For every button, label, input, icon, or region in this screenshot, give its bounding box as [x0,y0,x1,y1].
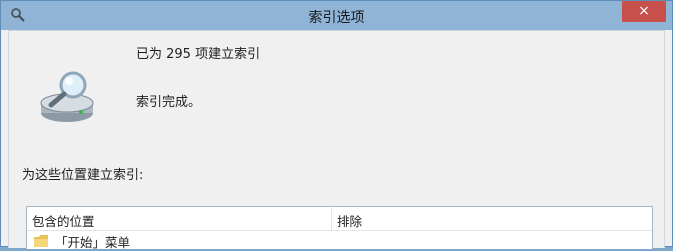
indexed-count-text: 已为 295 项建立索引 [136,47,261,62]
column-divider[interactable] [331,207,332,231]
indexed-locations-label: 为这些位置建立索引: [22,168,144,183]
magnifier-drive-icon [40,71,94,122]
indexing-status-text: 索引完成。 [136,95,202,110]
column-header-excluded[interactable]: 排除 [337,211,362,230]
window-title: 索引选项 [308,10,365,26]
location-name: 「开始」菜单 [55,235,131,250]
column-header-included[interactable]: 包含的位置 [32,211,95,230]
folder-icon [34,235,48,247]
list-header: 包含的位置 排除 [27,207,652,231]
title-bar[interactable]: 索引选项 × [1,1,672,30]
close-button[interactable]: × [622,1,666,22]
list-item[interactable]: 「开始」菜单 [27,231,652,250]
indexed-locations-list[interactable]: 包含的位置 排除 「开始」菜单 [26,206,653,250]
indexing-options-window: 索引选项 × 已为 295 项建立索引 索引完成。 为这些位置建立索引: 包含的… [0,0,673,250]
dialog-body: 已为 295 项建立索引 索引完成。 为这些位置建立索引: 包含的位置 排除 「… [8,30,665,250]
